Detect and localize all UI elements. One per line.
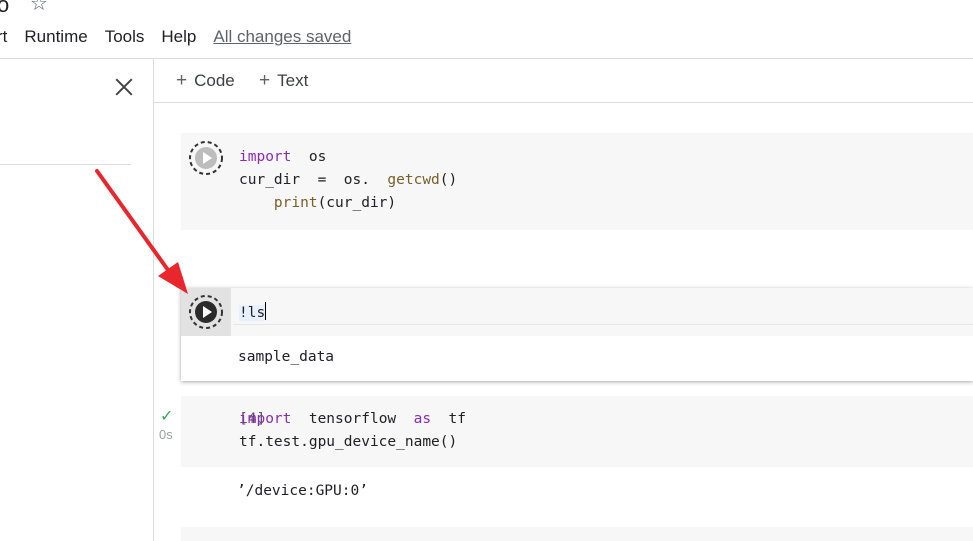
close-icon[interactable]	[112, 75, 136, 99]
top-bar: o ☆ rt Runtime Tools Help All changes sa…	[0, 0, 973, 58]
code-editor[interactable]: import os cur_dir = os. getcwd() print(c…	[239, 146, 457, 215]
code-cell[interactable]: [4] import tensorflow as tf tf.test.gpu_…	[181, 396, 973, 467]
code-editor[interactable]: import tensorflow as tf tf.test.gpu_devi…	[239, 408, 466, 454]
check-icon: ✓	[160, 408, 174, 425]
code-line: import os	[239, 149, 327, 165]
add-code-button[interactable]: + Code	[176, 70, 235, 92]
plus-icon: +	[259, 70, 271, 91]
star-icon[interactable]: ☆	[30, 0, 48, 16]
add-text-button[interactable]: + Text	[259, 70, 308, 92]
code-line: print(cur_dir)	[273, 195, 397, 211]
side-panel	[0, 59, 154, 541]
menu-runtime[interactable]: Runtime	[24, 27, 87, 47]
code-line: import tensorflow as tf	[239, 411, 466, 427]
shell-command: !ls	[239, 305, 266, 321]
code-line: !ls	[239, 302, 267, 325]
code-cell[interactable]	[181, 527, 973, 541]
notebook-title[interactable]: o	[0, 0, 9, 18]
panel-divider	[0, 164, 131, 165]
code-cell[interactable]: import os cur_dir = os. getcwd() print(c…	[181, 133, 973, 230]
execution-time: 0s	[159, 427, 173, 442]
text-cursor	[265, 302, 267, 320]
code-line: tf.test.gpu_device_name()	[239, 434, 458, 450]
cell-output: ’/device:GPU:0’	[237, 483, 368, 499]
code-line: cur_dir = os. getcwd()	[239, 172, 458, 188]
menu-bar: rt Runtime Tools Help All changes saved	[0, 27, 351, 47]
add-text-label: Text	[277, 71, 309, 90]
notebook-toolbar: + Code + Text	[154, 59, 973, 103]
add-code-label: Code	[194, 71, 235, 90]
menu-insert[interactable]: rt	[0, 27, 7, 47]
code-editor[interactable]: !ls	[181, 288, 973, 336]
menu-tools[interactable]: Tools	[105, 27, 145, 47]
cell-output: sample_data	[238, 349, 335, 365]
editor-divider	[233, 324, 973, 325]
code-cell-focused[interactable]: !ls sample_data	[181, 288, 973, 381]
plus-icon: +	[176, 70, 188, 91]
save-status-link[interactable]: All changes saved	[213, 27, 351, 47]
menu-help[interactable]: Help	[161, 27, 196, 47]
run-cell-button[interactable]	[188, 140, 224, 176]
run-cell-button[interactable]	[188, 294, 224, 330]
